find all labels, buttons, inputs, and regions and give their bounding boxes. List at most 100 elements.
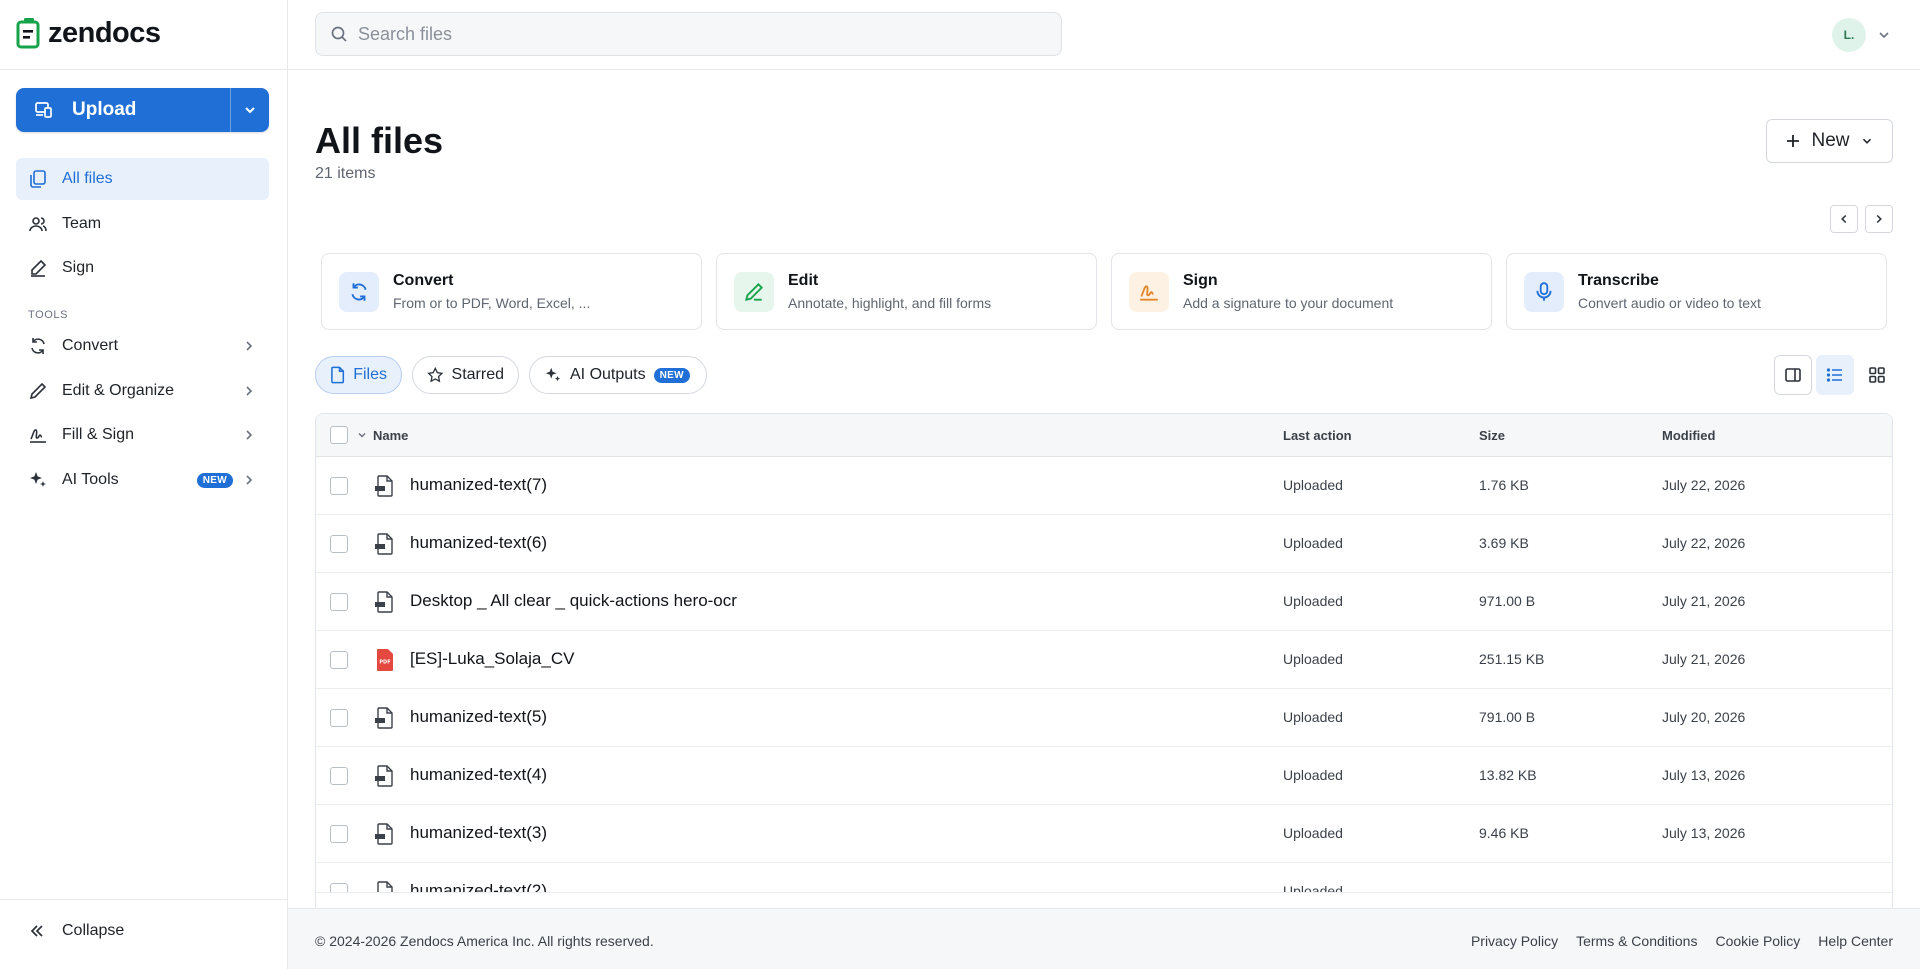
table-row[interactable]: DOC Desktop _ All clear _ quick-actions h… [316, 573, 1892, 631]
file-name[interactable]: humanized-text(2) [410, 881, 547, 892]
new-button[interactable]: New [1766, 119, 1893, 163]
sidebar-item-edit-organize[interactable]: Edit & Organize [16, 370, 269, 412]
divider [0, 69, 288, 70]
logo-icon [16, 18, 40, 49]
quick-action-edit[interactable]: Edit Annotate, highlight, and fill forms [716, 253, 1097, 330]
pencil-icon [28, 381, 48, 401]
chevron-down-icon[interactable] [356, 429, 368, 441]
file-name[interactable]: humanized-text(5) [410, 707, 547, 727]
quick-action-transcribe[interactable]: Transcribe Convert audio or video to tex… [1506, 253, 1887, 330]
sidebar-item-label: Convert [62, 337, 119, 354]
sidebar-item-label: Fill & Sign [62, 426, 135, 443]
carousel-next-button[interactable] [1865, 205, 1893, 233]
modified-date: July 20, 2026 [1662, 709, 1746, 725]
sidebar-item-team[interactable]: Team [16, 203, 269, 245]
table-row[interactable]: DOC humanized-text(6) Uploaded 3.69 KB July … [316, 515, 1892, 573]
modified-date: July 13, 2026 [1662, 767, 1746, 783]
filter-starred[interactable]: Starred [412, 356, 519, 394]
grid-view-button[interactable] [1858, 355, 1896, 395]
sidebar-item-label: Edit & Organize [62, 381, 175, 399]
copyright: © 2024-2026 Zendocs America Inc. All rig… [315, 933, 654, 949]
column-header-modified[interactable]: Modified [1662, 428, 1715, 443]
modified-date: July 22, 2026 [1662, 477, 1746, 493]
quick-action-convert[interactable]: Convert From or to PDF, Word, Excel, ... [321, 253, 702, 330]
filter-label: Starred [451, 366, 504, 383]
preview-panel-button[interactable] [1774, 355, 1812, 395]
footer-link-terms[interactable]: Terms & Conditions [1576, 933, 1697, 949]
last-action: Uploaded [1283, 825, 1343, 841]
logo[interactable]: zendocs [16, 16, 161, 50]
card-subtitle: Convert audio or video to text [1578, 295, 1761, 311]
row-checkbox[interactable] [330, 883, 348, 892]
logo-text: zendocs [48, 16, 161, 49]
divider [0, 899, 288, 900]
search-box[interactable] [315, 12, 1062, 56]
table-row[interactable]: DOC humanized-text(4) Uploaded 13.82 KB July… [316, 747, 1892, 805]
column-header-name[interactable]: Name [373, 428, 408, 443]
footer-link-help[interactable]: Help Center [1818, 933, 1893, 949]
column-header-last-action[interactable]: Last action [1283, 428, 1352, 443]
filter-ai-outputs[interactable]: AI Outputs NEW [529, 356, 707, 394]
file-name[interactable]: Desktop _ All clear _ quick-actions hero… [410, 591, 737, 611]
sidebar-item-fill-sign[interactable]: Fill & Sign [16, 414, 269, 456]
table-row[interactable]: DOC humanized-text(2) Uploaded [316, 863, 1892, 893]
row-checkbox[interactable] [330, 709, 348, 727]
row-checkbox[interactable] [330, 535, 348, 553]
row-checkbox[interactable] [330, 651, 348, 669]
sidebar-item-label: All files [62, 170, 113, 187]
table-row[interactable]: DOC humanized-text(3) Uploaded 9.46 KB July … [316, 805, 1892, 863]
carousel-prev-button[interactable] [1830, 205, 1858, 233]
main-content: All files 21 items New Convert From or t… [288, 70, 1920, 961]
row-checkbox[interactable] [330, 477, 348, 495]
sidebar-item-sign[interactable]: Sign [16, 247, 269, 289]
new-badge: NEW [196, 472, 233, 488]
doc-file-icon: DOC [373, 822, 397, 846]
svg-text:DOC: DOC [376, 835, 385, 839]
svg-text:DOC: DOC [376, 777, 385, 781]
microphone-icon [1524, 271, 1564, 312]
chevron-right-icon [246, 430, 253, 440]
chevron-right-icon [1876, 214, 1882, 224]
row-checkbox[interactable] [330, 825, 348, 843]
file-name[interactable]: humanized-text(4) [410, 765, 547, 785]
list-icon [1826, 368, 1842, 382]
file-icon [331, 366, 345, 384]
select-all-checkbox[interactable] [330, 426, 348, 444]
footer-link-cookies[interactable]: Cookie Policy [1715, 933, 1800, 949]
chevron-down-icon[interactable] [1876, 27, 1892, 43]
file-name[interactable]: humanized-text(6) [410, 533, 547, 553]
file-name[interactable]: humanized-text(7) [410, 475, 547, 495]
file-size: 971.00 B [1479, 593, 1536, 609]
table-row[interactable]: DOC humanized-text(7) Uploaded 1.76 KB July … [316, 457, 1892, 515]
search-input[interactable] [358, 23, 1038, 45]
collapse-button[interactable]: Collapse [28, 922, 124, 940]
card-subtitle: From or to PDF, Word, Excel, ... [393, 295, 591, 311]
filter-files[interactable]: Files [315, 356, 402, 394]
sidebar-item-all-files[interactable]: All files [16, 158, 269, 200]
last-action: Uploaded [1283, 535, 1343, 551]
chevron-right-icon [246, 385, 253, 396]
svg-text:DOC: DOC [376, 719, 385, 723]
upload-button[interactable]: Upload [16, 88, 269, 132]
files-table: Name Last action Size Modified DOC humani… [315, 413, 1893, 961]
quick-action-sign[interactable]: Sign Add a signature to your document [1111, 253, 1492, 330]
avatar[interactable]: L. [1832, 18, 1866, 52]
file-name[interactable]: humanized-text(3) [410, 823, 547, 843]
upload-dropdown-button[interactable] [231, 88, 269, 132]
row-checkbox[interactable] [330, 767, 348, 785]
column-header-size[interactable]: Size [1479, 428, 1505, 443]
file-name[interactable]: [ES]-Luka_Solaja_CV [410, 649, 574, 669]
upload-main-action[interactable]: Upload [16, 88, 230, 132]
new-button-label: New [1811, 130, 1850, 151]
footer-link-privacy[interactable]: Privacy Policy [1471, 933, 1558, 949]
table-row[interactable]: DOC humanized-text(5) Uploaded 791.00 B July… [316, 689, 1892, 747]
row-checkbox[interactable] [330, 593, 348, 611]
sidebar-item-convert[interactable]: Convert [16, 325, 269, 367]
list-view-button[interactable] [1816, 355, 1854, 395]
last-action: Uploaded [1283, 883, 1343, 893]
last-action: Uploaded [1283, 477, 1343, 493]
sidebar-item-ai-tools[interactable]: AI Tools NEW [16, 459, 269, 501]
table-row[interactable]: PDF [ES]-Luka_Solaja_CV Uploaded 251.15 KB J… [316, 631, 1892, 689]
last-action: Uploaded [1283, 767, 1343, 783]
new-badge: NEW [653, 367, 690, 383]
